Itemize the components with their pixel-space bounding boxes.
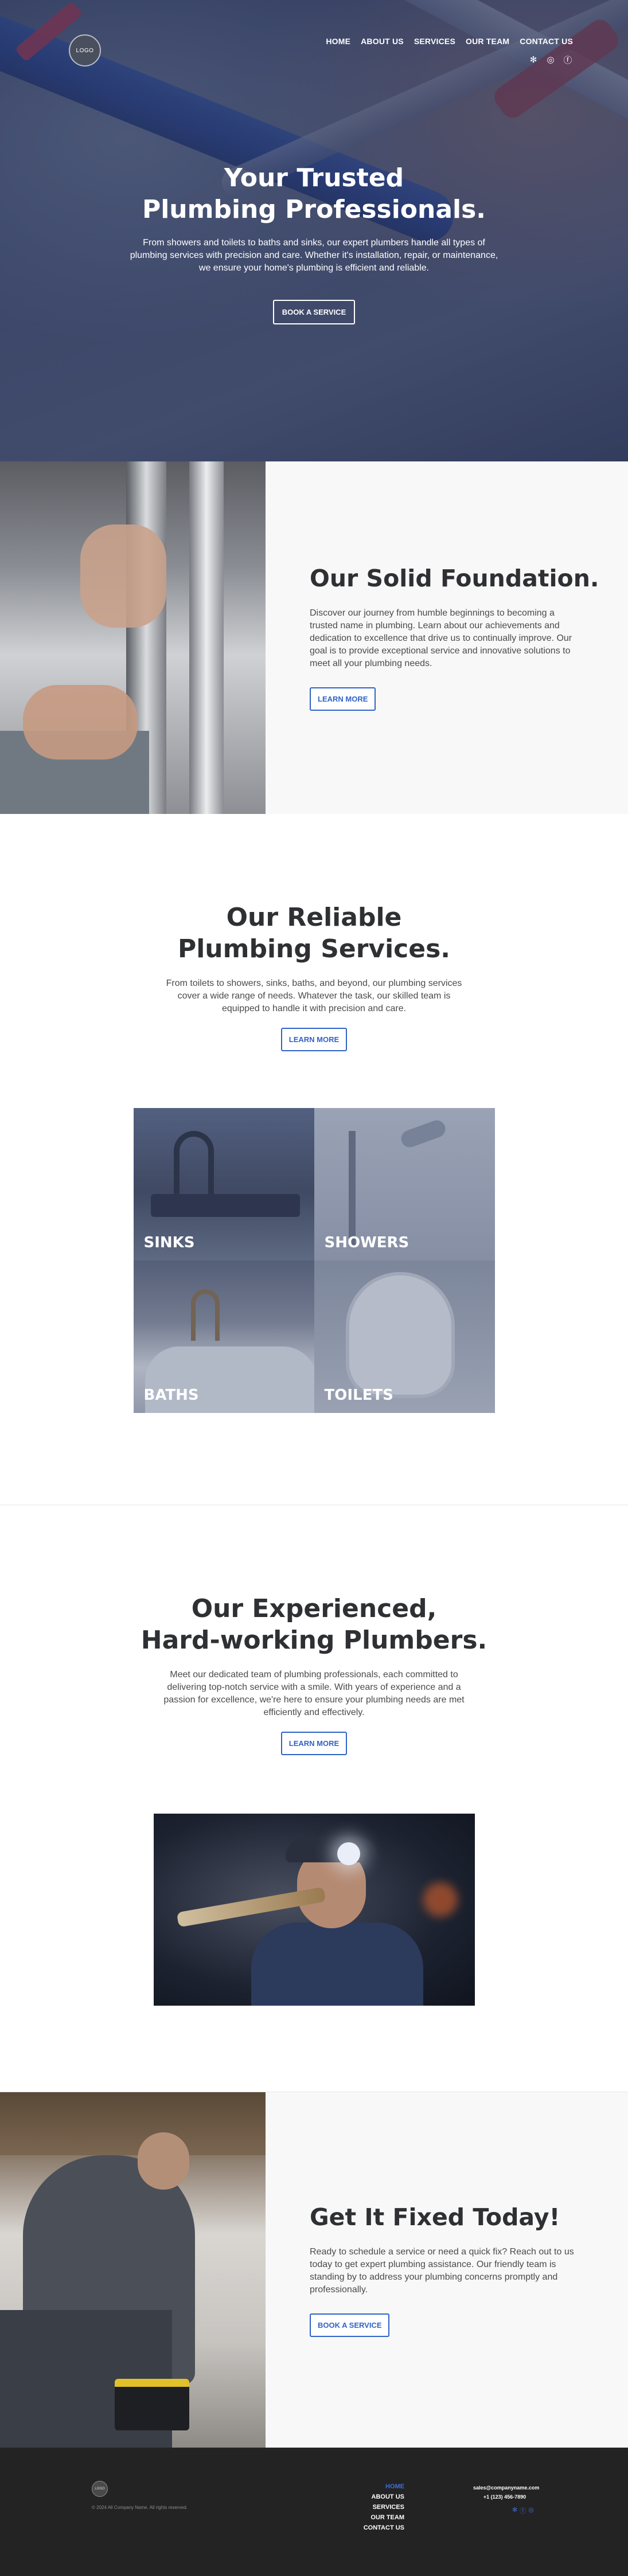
fix-text-panel: Get It Fixed Today! Ready to schedule a … xyxy=(266,2092,628,2448)
hero-text: From showers and toilets to baths and si… xyxy=(130,238,498,273)
foundation-text: Discover our journey from humble beginni… xyxy=(310,608,572,668)
hand-shape xyxy=(80,524,166,628)
team-title-line1: Our Experienced, xyxy=(191,1594,437,1623)
hero-title-line1: Your Trusted xyxy=(224,163,404,193)
foundation-learn-more-button[interactable]: LEARN MORE xyxy=(310,687,376,711)
team-photo xyxy=(153,1814,475,2006)
yelp-icon[interactable]: ✻ xyxy=(528,54,539,65)
foundation-section: Our Solid Foundation. Discover our journ… xyxy=(0,461,628,814)
team-title: Our Experienced, Hard-working Plumbers. xyxy=(0,1593,628,1656)
main-nav: HOME ABOUT US SERVICES OUR TEAM CONTACT … xyxy=(326,37,573,46)
cabinet-shape xyxy=(0,2092,266,2155)
facebook-icon[interactable]: ⓕ xyxy=(563,54,573,65)
foundation-text-panel: Our Solid Foundation. Discover our journ… xyxy=(266,461,628,814)
fix-book-service-button[interactable]: BOOK A SERVICE xyxy=(310,2313,390,2337)
plumber-head-shape xyxy=(138,2132,189,2190)
footer-nav: HOME ABOUT US SERVICES OUR TEAM CONTACT … xyxy=(356,2483,404,2531)
nav-contact-us[interactable]: CONTACT US xyxy=(520,37,573,46)
footer-nav-our-team[interactable]: OUR TEAM xyxy=(370,2514,404,2521)
nav-our-team[interactable]: OUR TEAM xyxy=(466,37,509,46)
services-title-line2: Plumbing Services. xyxy=(177,934,451,964)
fix-text: Ready to schedule a service or need a qu… xyxy=(310,2246,574,2295)
instagram-icon[interactable]: ◎ xyxy=(528,2506,534,2515)
hero-content: Your Trusted Plumbing Professionals. Fro… xyxy=(0,162,628,324)
footer-copyright: © 2024 All Company Name. All rights rese… xyxy=(92,2505,188,2510)
plumber-cap-shape xyxy=(285,1837,377,1862)
instagram-icon[interactable]: ◎ xyxy=(545,54,556,65)
plumber-body-shape xyxy=(251,1923,423,2006)
service-tile-label: TOILETS xyxy=(324,1387,393,1404)
fix-title: Get It Fixed Today! xyxy=(310,2203,560,2231)
head-lamp-shape xyxy=(337,1842,360,1865)
logo[interactable]: LOGO xyxy=(69,34,101,66)
service-tile-showers[interactable]: SHOWERS xyxy=(314,1108,495,1260)
team-learn-more-button[interactable]: LEARN MORE xyxy=(280,1732,348,1755)
footer-phone[interactable]: +1 (123) 456-7890 xyxy=(473,2492,536,2501)
fix-section: Get It Fixed Today! Ready to schedule a … xyxy=(0,2092,628,2448)
services-text: From toilets to showers, sinks, baths, a… xyxy=(166,978,462,1013)
team-title-line2: Hard-working Plumbers. xyxy=(141,1626,487,1655)
service-tile-label: SHOWERS xyxy=(324,1234,409,1251)
footer-logo[interactable]: LOGO xyxy=(92,2481,108,2497)
footer-email[interactable]: sales@companyname.com xyxy=(473,2483,539,2492)
fix-image xyxy=(0,2092,266,2448)
hero-section: LOGO HOME ABOUT US SERVICES OUR TEAM CON… xyxy=(0,0,628,461)
foundation-title: Our Solid Foundation. xyxy=(310,565,599,592)
footer-nav-home[interactable]: HOME xyxy=(385,2483,404,2490)
footer-nav-services[interactable]: SERVICES xyxy=(373,2504,404,2511)
hero-title: Your Trusted Plumbing Professionals. xyxy=(0,162,628,225)
nav-services[interactable]: SERVICES xyxy=(414,37,455,46)
services-grid: SINKS SHOWERS BATHS TOILETS xyxy=(133,1108,495,1413)
pipe-shape xyxy=(189,461,224,814)
social-links: ✻ ◎ ⓕ xyxy=(528,54,573,65)
hero-title-line2: Plumbing Professionals. xyxy=(142,195,486,224)
footer: LOGO © 2024 All Company Name. All rights… xyxy=(0,2448,628,2576)
light-glow-shape xyxy=(423,1882,458,1917)
services-section: Our Reliable Plumbing Services. From toi… xyxy=(0,814,628,1505)
footer-contact: sales@companyname.com +1 (123) 456-7890 xyxy=(473,2483,539,2501)
team-section: Our Experienced, Hard-working Plumbers. … xyxy=(0,1505,628,2092)
footer-nav-contact-us[interactable]: CONTACT US xyxy=(364,2524,404,2531)
service-tile-baths[interactable]: BATHS xyxy=(133,1260,314,1413)
services-title: Our Reliable Plumbing Services. xyxy=(0,902,628,965)
hand-shape xyxy=(23,685,138,760)
facebook-icon[interactable]: ⓕ xyxy=(520,2506,526,2515)
service-tile-label: BATHS xyxy=(143,1387,199,1404)
foundation-image xyxy=(0,461,266,814)
service-tile-label: SINKS xyxy=(143,1234,195,1251)
book-service-button[interactable]: BOOK A SERVICE xyxy=(272,300,356,324)
team-text: Meet our dedicated team of plumbing prof… xyxy=(163,1670,465,1717)
footer-social: ✻ ⓕ ◎ xyxy=(512,2506,534,2515)
service-tile-toilets[interactable]: TOILETS xyxy=(314,1260,495,1413)
yelp-icon[interactable]: ✻ xyxy=(512,2506,517,2515)
footer-nav-about-us[interactable]: ABOUT US xyxy=(372,2493,404,2500)
toolbox-shape xyxy=(115,2379,189,2430)
nav-home[interactable]: HOME xyxy=(326,37,350,46)
service-tile-sinks[interactable]: SINKS xyxy=(133,1108,314,1260)
services-learn-more-button[interactable]: LEARN MORE xyxy=(280,1028,348,1051)
services-title-line1: Our Reliable xyxy=(226,903,402,932)
nav-about-us[interactable]: ABOUT US xyxy=(361,37,404,46)
